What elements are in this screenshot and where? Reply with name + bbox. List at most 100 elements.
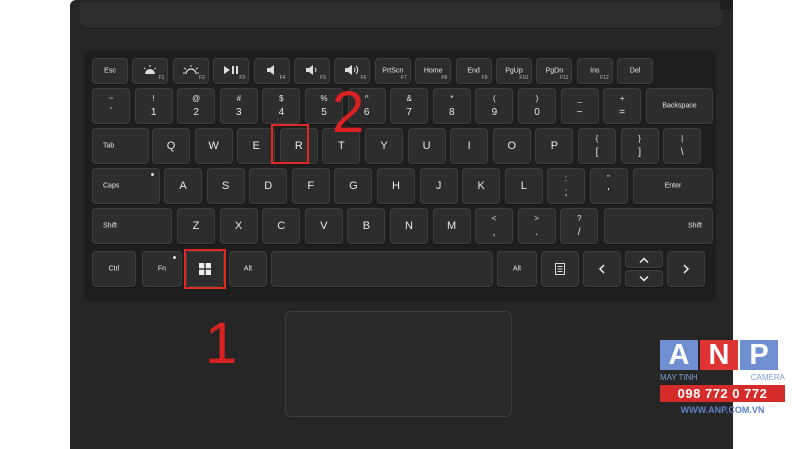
key-enter[interactable]: Enter [633,168,713,204]
key-7[interactable]: & 7 [390,88,429,124]
brightness-down-icon [143,64,157,75]
anp-tagline: MAY TINH CAMERA [660,373,785,382]
fn-key-home[interactable]: Home F8 [415,58,452,84]
key-4[interactable]: $4 [262,88,301,124]
key-base-label: 7 [406,107,412,118]
key-label: G [349,180,358,192]
key-3[interactable]: #3 [219,88,258,124]
key-d[interactable]: D [249,168,288,204]
key-shift-label: ? [576,214,582,223]
key-menu[interactable] [541,251,579,287]
key-ctrl[interactable]: Ctrl [92,251,136,287]
key-u[interactable]: U [407,128,446,164]
key-y[interactable]: Y [365,128,403,164]
key-tab[interactable]: Tab [92,128,149,164]
key-g[interactable]: G [334,168,373,204]
key-l[interactable]: L [504,168,543,204]
fn-key-brightness-down[interactable]: F1 [132,58,169,84]
key-m[interactable]: M [432,208,471,244]
key-z[interactable]: Z [177,208,215,244]
key-n[interactable]: N [390,208,428,244]
fn-key-volume-down[interactable]: F5 [294,58,330,84]
fn-key-prtscn[interactable]: PrtScn F7 [374,58,411,84]
fn-key-ins[interactable]: Ins F12 [576,58,613,84]
key-sym[interactable]: _ − [560,88,599,124]
key-space[interactable] [271,251,493,287]
key-shift-label: # [236,94,242,103]
key-punct-bottom-0[interactable]: <, [475,208,513,244]
arrow-left-icon [598,264,606,274]
volume-up-icon [344,64,360,75]
key-9[interactable]: (9 [475,88,514,124]
key-shift-label: * [450,94,454,103]
fn-key-del[interactable]: Del [617,58,654,84]
key-arrow-left[interactable] [583,251,621,287]
key-w[interactable]: W [194,128,233,164]
keyboard-hinge [80,2,723,29]
key-v[interactable]: V [304,208,343,244]
key-label: Esc [104,67,116,75]
key-base-label: 2 [193,107,199,118]
anp-letter-p: P [740,339,778,371]
key-j[interactable]: J [419,168,458,204]
key-sym[interactable]: + = [603,88,642,124]
key-s[interactable]: S [206,168,245,204]
key-shift-label: + [619,94,625,103]
key-b[interactable]: B [347,208,386,244]
key-shift-right[interactable]: Shift [604,208,713,244]
key-caps[interactable]: Caps [92,168,160,204]
key-punct-0[interactable]: :; [547,168,585,204]
key-punct-bottom-1[interactable]: >. [517,208,556,244]
key-e[interactable]: E [237,128,276,164]
key-i[interactable]: I [450,128,489,164]
key-alt-left[interactable]: Alt [229,251,267,287]
key-bracket-0[interactable]: {[ [578,128,616,164]
fn-key-pgup[interactable]: PgUp F10 [496,58,532,84]
fn-key-end[interactable]: End F9 [455,58,492,84]
key-label: PgDn [545,67,564,75]
key-fn[interactable]: Fn [142,251,182,287]
key-arrow-down[interactable] [625,270,663,287]
key-x[interactable]: X [219,208,258,244]
key-q[interactable]: Q [152,128,190,164]
key-label: E [252,140,260,152]
key-alt-right[interactable]: Alt [497,251,537,287]
fn-key-play-pause[interactable]: F3 [213,58,250,84]
key-o[interactable]: O [492,128,531,164]
key-base-label: ' [607,187,610,198]
key-c[interactable]: C [262,208,301,244]
key-bracket-2[interactable]: | \ [663,128,702,164]
key-shift-left[interactable]: Shift [92,208,172,244]
key-punct-1[interactable]: " ' [589,168,628,204]
key-backspace[interactable]: Backspace [646,88,713,124]
key-1[interactable]: ! 1 [134,88,173,124]
key-arrow-right[interactable] [667,251,705,287]
anp-letter-a: A [660,339,698,371]
key-label: Del [629,67,641,75]
fn-key-esc[interactable]: Esc [92,58,128,84]
key-0[interactable]: ) 0 [518,88,556,124]
key-sym[interactable]: ~ ` [92,88,130,124]
key-bracket-1[interactable]: }] [620,128,659,164]
key-label: H [392,180,400,192]
key-label: Q [166,140,176,152]
key-a[interactable]: A [164,168,202,204]
volume-down-icon [305,64,319,75]
key-label: V [320,220,328,232]
key-punct-bottom-2[interactable]: ? / [560,208,599,244]
fn-key-pgdn[interactable]: PgDn F11 [536,58,573,84]
fn-key-volume-mute[interactable]: F4 [253,58,290,84]
key-shift-label: & [406,94,412,103]
anp-letter-n: N [700,339,738,371]
fn-number: F11 [560,75,569,81]
key-8[interactable]: * 8 [432,88,471,124]
key-arrow-up[interactable] [625,251,663,268]
trackpad[interactable] [285,311,512,417]
key-f[interactable]: F [291,168,330,204]
key-p[interactable]: P [535,128,574,164]
keyboard-edge [720,0,733,10]
key-k[interactable]: K [462,168,501,204]
fn-key-brightness-up[interactable]: F2 [172,58,209,84]
key-h[interactable]: H [377,168,415,204]
key-2[interactable]: @2 [177,88,216,124]
